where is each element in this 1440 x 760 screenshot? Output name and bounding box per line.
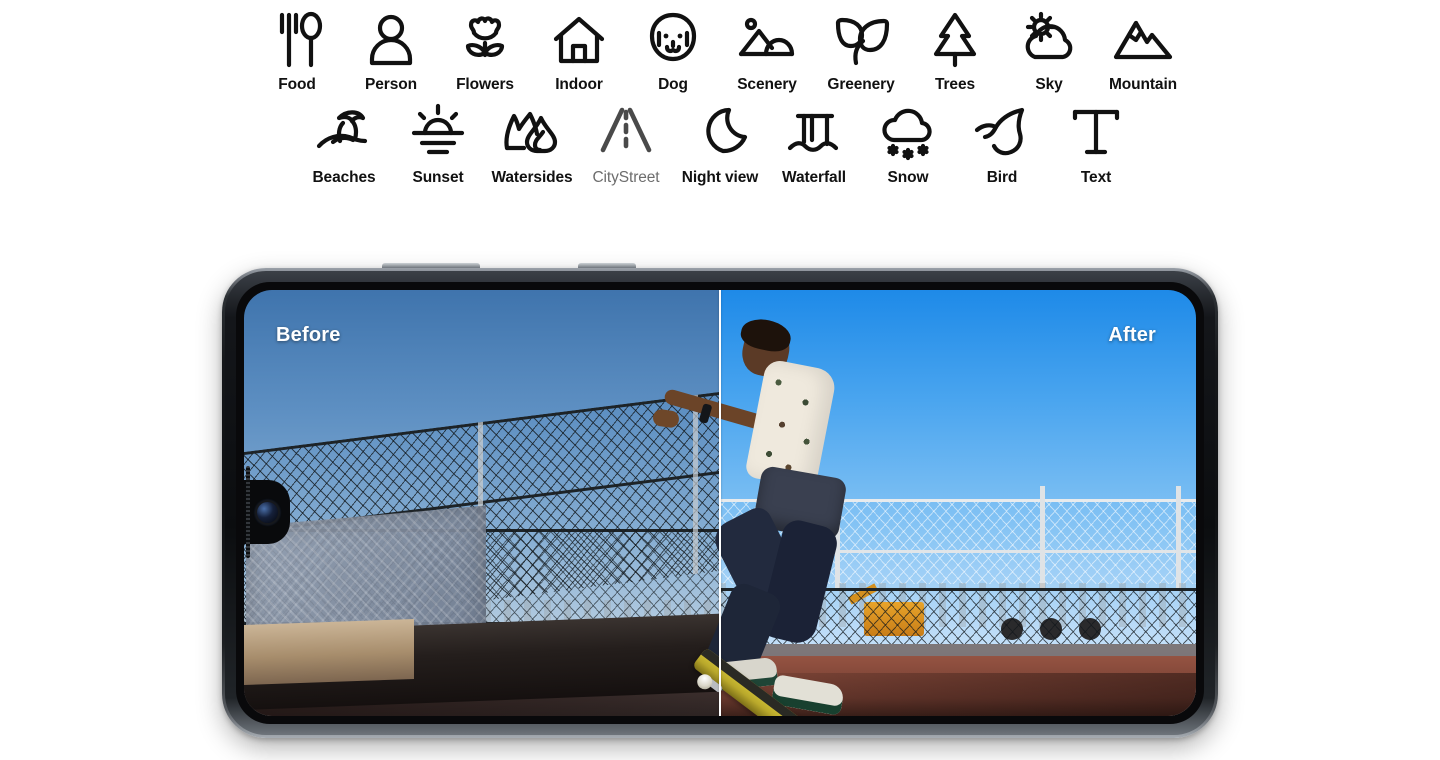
scene-item-dog[interactable]: Dog xyxy=(626,4,720,93)
phone-mockup: Before After xyxy=(222,263,1218,738)
scene-label: Beaches xyxy=(312,168,376,186)
scene-label: Mountain xyxy=(1108,76,1178,93)
phone-bezel: Before After xyxy=(236,282,1204,724)
scene-item-text[interactable]: Text xyxy=(1049,97,1143,186)
before-label: Before xyxy=(276,324,341,346)
scene-item-bird[interactable]: Bird xyxy=(955,97,1049,186)
scene-label: Sky xyxy=(1035,76,1063,93)
sunset-icon xyxy=(402,97,474,169)
bird-icon xyxy=(966,97,1038,169)
before-after-photo: Before After xyxy=(244,290,1196,716)
scene-label: Flowers xyxy=(456,76,514,93)
scene-icon-row-1: Food Person Flowers Indoor Dog Scenery G… xyxy=(0,0,1440,93)
fence-post xyxy=(693,394,699,575)
scene-item-scenery[interactable]: Scenery xyxy=(720,4,814,93)
beach-umbrella-icon xyxy=(308,97,380,169)
scene-label: Person xyxy=(365,76,417,93)
waterfall-icon xyxy=(778,97,850,169)
scene-item-mountain[interactable]: Mountain xyxy=(1096,4,1190,93)
scene-label: Text xyxy=(1080,168,1112,186)
scene-label: Trees xyxy=(934,76,975,93)
front-camera-notch xyxy=(244,480,290,544)
after-label: After xyxy=(1108,324,1156,346)
sky-icon xyxy=(1013,4,1085,76)
scenery-icon xyxy=(731,4,803,76)
scene-label: Food xyxy=(278,76,316,93)
scene-item-beaches[interactable]: Beaches xyxy=(297,97,391,186)
photo-half-before xyxy=(244,290,721,716)
scene-item-greenery[interactable]: Greenery xyxy=(814,4,908,93)
scene-item-citystreet[interactable]: CityStreet xyxy=(579,97,673,186)
moon-icon xyxy=(684,97,756,169)
food-icon xyxy=(261,4,333,76)
scene-label: Bird xyxy=(986,168,1018,186)
person-icon xyxy=(355,4,427,76)
before-after-divider[interactable] xyxy=(719,290,721,716)
mountain-icon xyxy=(1107,4,1179,76)
indoor-icon xyxy=(543,4,615,76)
scene-label: Waterfall xyxy=(782,168,846,186)
scene-label: Watersides xyxy=(491,168,573,186)
scene-item-sky[interactable]: Sky xyxy=(1002,4,1096,93)
scene-item-waterfall[interactable]: Waterfall xyxy=(767,97,861,186)
trees-icon xyxy=(919,4,991,76)
scene-label: Snow xyxy=(887,168,929,186)
scene-label: Indoor xyxy=(555,76,603,93)
city-street-icon xyxy=(590,97,662,169)
scene-item-indoor[interactable]: Indoor xyxy=(532,4,626,93)
scene-item-watersides[interactable]: Watersides xyxy=(485,97,579,186)
fence-post xyxy=(1176,485,1182,589)
scene-icon-row-2: Beaches Sunset Watersides CityStreet Nig… xyxy=(0,93,1440,186)
wooden-box xyxy=(244,619,414,685)
flowers-icon xyxy=(449,4,521,76)
scene-item-person[interactable]: Person xyxy=(344,4,438,93)
scene-label: Scenery xyxy=(737,76,797,93)
scene-item-night-view[interactable]: Night view xyxy=(673,97,767,186)
watersides-icon xyxy=(496,97,568,169)
text-icon xyxy=(1060,97,1132,169)
scene-item-sunset[interactable]: Sunset xyxy=(391,97,485,186)
skateboarder-figure xyxy=(651,315,848,716)
scene-icon-grid: Food Person Flowers Indoor Dog Scenery G… xyxy=(0,0,1440,185)
fence-post xyxy=(1039,485,1045,589)
scene-item-food[interactable]: Food xyxy=(250,4,344,93)
scene-label: Greenery xyxy=(827,76,895,93)
greenery-icon xyxy=(825,4,897,76)
scene-label: Sunset xyxy=(412,168,464,186)
snow-cloud-icon xyxy=(872,97,944,169)
earpiece-speaker xyxy=(246,466,250,558)
scene-optimizer-page: Food Person Flowers Indoor Dog Scenery G… xyxy=(0,0,1440,760)
scene-item-snow[interactable]: Snow xyxy=(861,97,955,186)
scene-label: Dog xyxy=(658,76,688,93)
scene-item-trees[interactable]: Trees xyxy=(908,4,1002,93)
scene-item-flowers[interactable]: Flowers xyxy=(438,4,532,93)
camera-lens-icon xyxy=(256,501,278,523)
scene-label: CityStreet xyxy=(592,168,660,186)
dog-icon xyxy=(637,4,709,76)
scene-label: Night view xyxy=(681,168,759,186)
phone-screen: Before After xyxy=(244,290,1196,716)
